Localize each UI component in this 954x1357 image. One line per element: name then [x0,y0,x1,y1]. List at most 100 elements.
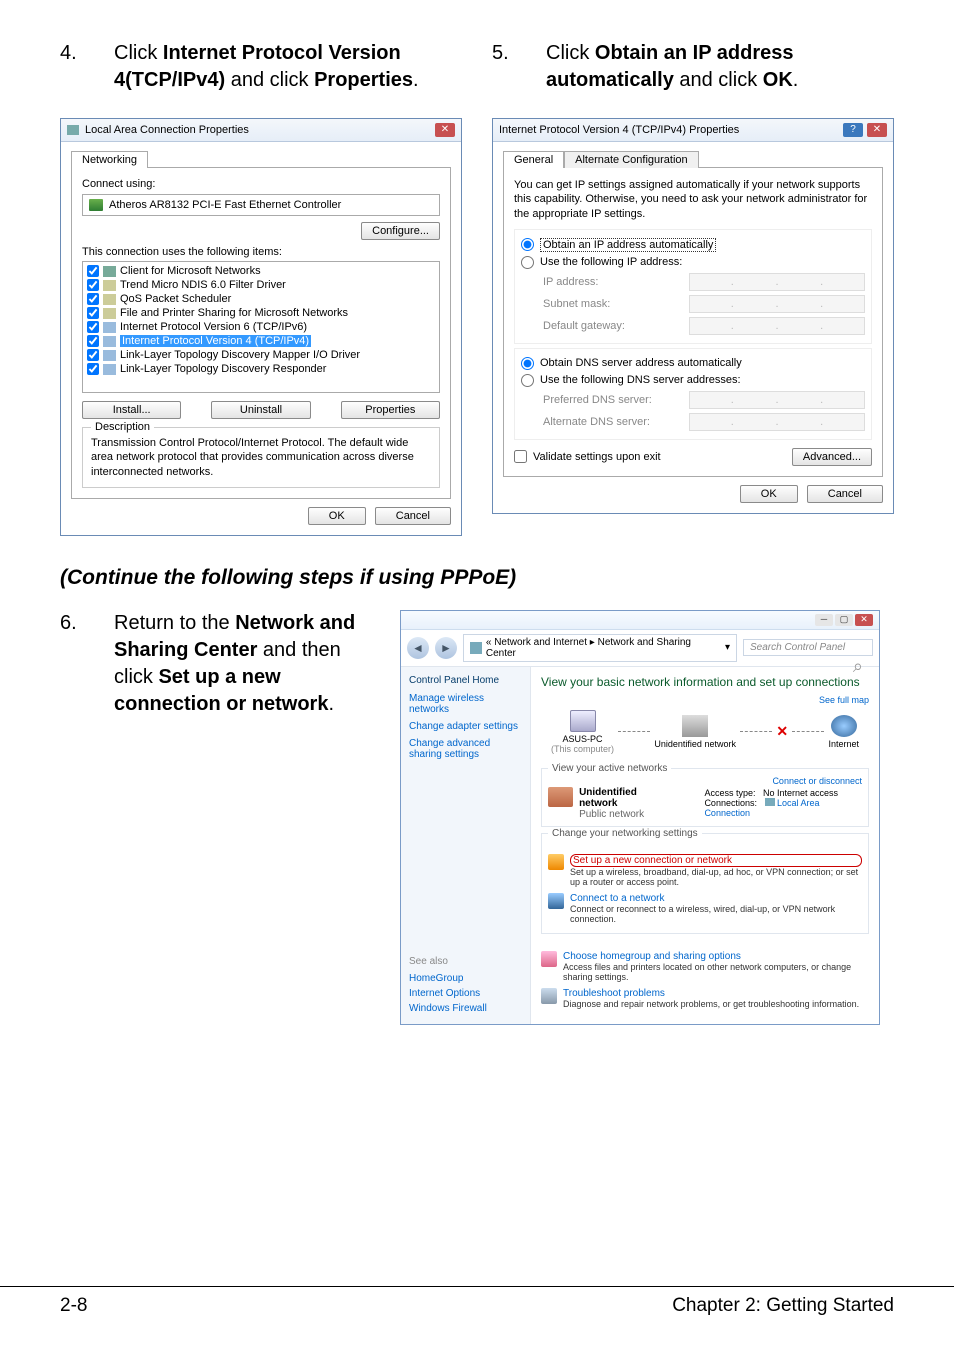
radio-obtain-dns-auto[interactable]: Obtain DNS server address automatically [521,355,865,372]
active-network-item: Unidentified network Public network [548,787,674,820]
link-description: Diagnose and repair network problems, or… [563,999,859,1009]
validate-checkbox-row[interactable]: Validate settings upon exit [514,448,661,465]
gateway-field: Default gateway:... [521,315,865,337]
close-icon[interactable]: ✕ [435,123,455,137]
globe-icon [831,715,857,737]
main-heading: View your basic network information and … [541,675,869,689]
tab-general[interactable]: General [503,151,564,168]
item-label: Trend Micro NDIS 6.0 Filter Driver [120,279,286,291]
step-text: Click Obtain an IP address automatically… [546,40,894,94]
tab-alternate[interactable]: Alternate Configuration [564,151,699,168]
ok-button[interactable]: OK [308,507,366,525]
radio[interactable] [521,238,534,251]
maximize-icon[interactable]: ▢ [835,614,853,626]
intro-text: You can get IP settings assigned automat… [514,178,872,221]
radio-use-ip[interactable]: Use the following IP address: [521,254,865,271]
step-6: 6. Return to the Network and Sharing Cen… [60,610,380,718]
main-panel: View your basic network information and … [531,667,879,948]
checkbox[interactable] [87,293,99,305]
step-text: Return to the Network and Sharing Center… [114,610,380,718]
radio[interactable] [521,256,534,269]
group-title: Change your networking settings [548,828,702,839]
connection-line [740,731,772,732]
item-label: QoS Packet Scheduler [120,293,231,305]
checkbox[interactable] [87,363,99,375]
see-full-map-link[interactable]: See full map [819,695,869,705]
tab-networking[interactable]: Networking [71,151,148,168]
change-adapter-link[interactable]: Change adapter settings [409,718,522,735]
windows-firewall-link[interactable]: Windows Firewall [409,1001,522,1016]
breadcrumb[interactable]: « Network and Internet ▸ Network and Sha… [463,634,737,662]
list-item[interactable]: Internet Protocol Version 6 (TCP/IPv6) [83,320,439,334]
checkbox[interactable] [87,349,99,361]
access-type-value: No Internet access [763,788,838,798]
connection-items-list[interactable]: Client for Microsoft Networks Trend Micr… [82,261,440,393]
list-item-selected[interactable]: Internet Protocol Version 4 (TCP/IPv4) [83,334,439,348]
access-type-label: Access type: [704,788,755,798]
dialog-title: Internet Protocol Version 4 (TCP/IPv4) P… [499,124,739,136]
connection-line [792,731,824,732]
text: and click [674,69,763,91]
list-item[interactable]: Link-Layer Topology Discovery Mapper I/O… [83,348,439,362]
description-label: Description [91,421,154,433]
configure-button[interactable]: Configure... [361,222,440,240]
node-unidentified: Unidentified network [654,715,736,749]
item-label: Internet Protocol Version 4 (TCP/IPv4) [120,335,311,347]
list-item[interactable]: Trend Micro NDIS 6.0 Filter Driver [83,278,439,292]
minimize-icon[interactable]: ─ [815,614,833,626]
connect-disconnect-link[interactable]: Connect or disconnect [772,776,862,786]
list-item[interactable]: Link-Layer Topology Discovery Responder [83,362,439,376]
protocol-icon [103,364,116,375]
advanced-button[interactable]: Advanced... [792,448,872,466]
step-number: 6. [60,610,90,718]
install-button[interactable]: Install... [82,401,181,419]
checkbox[interactable] [87,335,99,347]
connect-network-link[interactable]: Connect to a network Connect or reconnec… [548,890,862,927]
checkbox[interactable] [514,450,527,463]
setup-new-connection-link[interactable]: Set up a new connection or network Set u… [548,851,862,890]
cancel-button[interactable]: Cancel [375,507,451,525]
see-also-sidebar: See also HomeGroup Internet Options Wind… [401,948,531,1024]
radio[interactable] [521,357,534,370]
dialog-title: Local Area Connection Properties [85,124,249,136]
list-item[interactable]: QoS Packet Scheduler [83,292,439,306]
ipv4-properties-dialog: Internet Protocol Version 4 (TCP/IPv4) P… [492,118,894,514]
search-input[interactable]: Search Control Panel [743,639,873,656]
checkbox[interactable] [87,279,99,291]
homegroup-link[interactable]: HomeGroup [409,971,522,986]
sidebar: Control Panel Home Manage wireless netwo… [401,667,531,948]
properties-button[interactable]: Properties [341,401,440,419]
change-sharing-link[interactable]: Change advanced sharing settings [409,735,522,763]
alt-dns-field: Alternate DNS server:... [521,411,865,433]
radio-use-dns[interactable]: Use the following DNS server addresses: [521,372,865,389]
change-settings-group: Change your networking settings Set up a… [541,833,869,934]
close-icon[interactable]: ✕ [867,123,887,137]
help-icon[interactable]: ? [843,123,863,137]
cancel-button[interactable]: Cancel [807,485,883,503]
radio[interactable] [521,374,534,387]
checkbox[interactable] [87,307,99,319]
forward-button[interactable]: ► [435,637,457,659]
homegroup-sharing-link[interactable]: Choose homegroup and sharing options Acc… [541,948,869,985]
text: Return to the [114,612,235,634]
control-panel-home-link[interactable]: Control Panel Home [409,675,522,686]
list-item[interactable]: File and Printer Sharing for Microsoft N… [83,306,439,320]
text: . [413,69,419,91]
internet-options-link[interactable]: Internet Options [409,986,522,1001]
uninstall-button[interactable]: Uninstall [211,401,310,419]
description-group: Description Transmission Control Protoco… [82,427,440,488]
local-area-connection-dialog: Local Area Connection Properties ✕ Netwo… [60,118,462,536]
back-button[interactable]: ◄ [407,637,429,659]
protocol-icon [103,350,116,361]
troubleshoot-link[interactable]: Troubleshoot problems Diagnose and repai… [541,985,869,1012]
checkbox[interactable] [87,321,99,333]
list-item[interactable]: Client for Microsoft Networks [83,264,439,278]
ok-button[interactable]: OK [740,485,798,503]
link-description: Set up a wireless, broadband, dial-up, a… [570,867,862,887]
search-icon: ⌕ [853,656,863,677]
checkbox[interactable] [87,265,99,277]
node-internet: Internet [828,715,859,749]
close-icon[interactable]: ✕ [855,614,873,626]
manage-wireless-link[interactable]: Manage wireless networks [409,690,522,718]
radio-obtain-ip-auto[interactable]: Obtain an IP address automatically [521,236,865,254]
